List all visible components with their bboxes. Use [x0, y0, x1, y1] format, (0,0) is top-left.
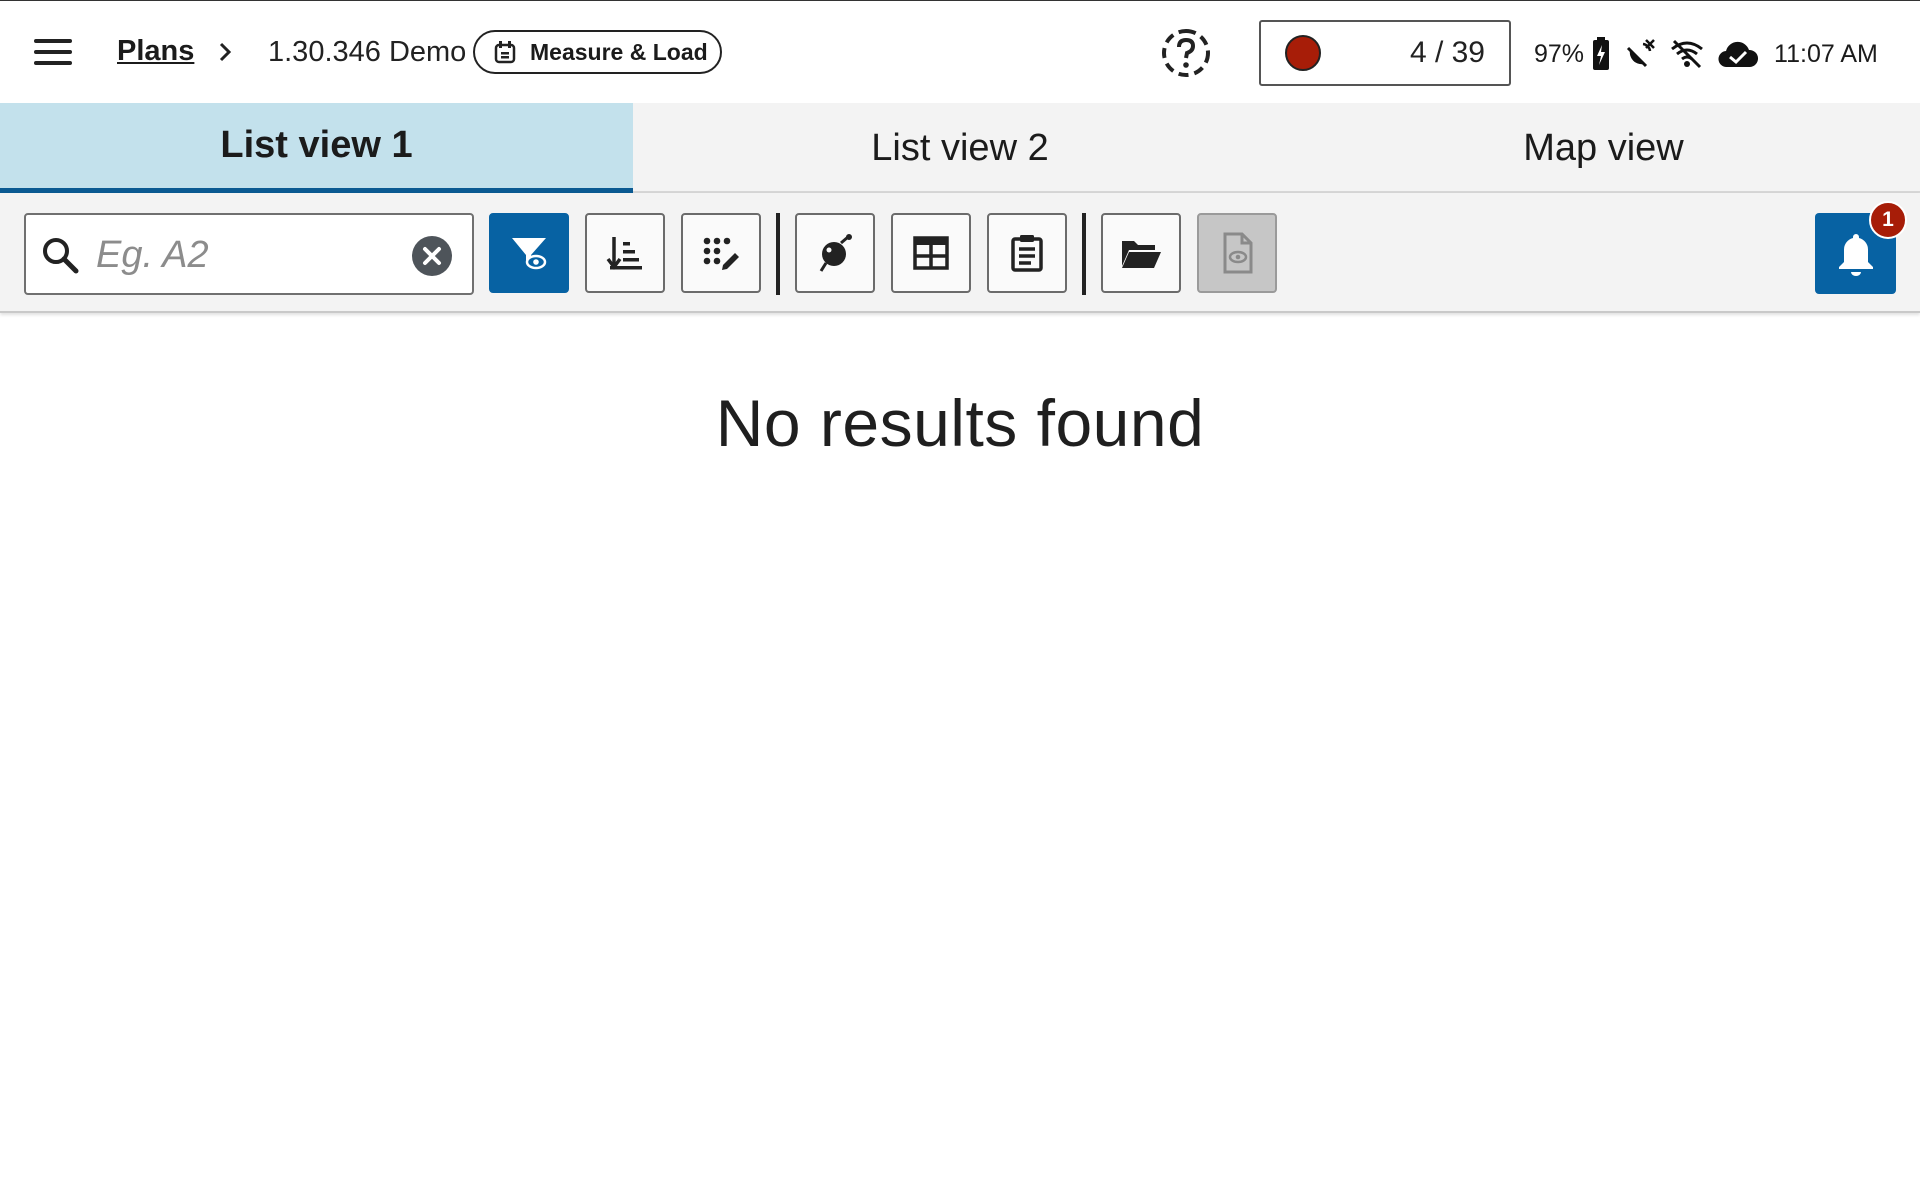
- battery-percent: 97%: [1534, 39, 1585, 68]
- satellite-off-icon: [1626, 39, 1655, 68]
- tab-list-view-1[interactable]: List view 1: [0, 103, 633, 193]
- open-folder-button[interactable]: [1101, 213, 1181, 293]
- chevron-right-icon: [219, 42, 232, 62]
- mode-chip-label: Measure & Load: [530, 38, 708, 65]
- breadcrumb-plans-link[interactable]: Plans: [117, 35, 194, 68]
- empty-state-message: No results found: [715, 386, 1205, 460]
- toolbar-divider: [1082, 213, 1086, 295]
- app-header: Plans 1.30.346 Demo Measure & Load 4 / 3…: [0, 1, 1920, 103]
- filter-view-icon: [512, 238, 547, 270]
- clear-search-icon[interactable]: [411, 235, 453, 277]
- view-tabs: List view 1 List view 2 Map view: [0, 103, 1920, 193]
- measure-load-chip[interactable]: Measure & Load: [473, 30, 722, 74]
- battery-charging-icon: [1593, 37, 1610, 70]
- clipboard-icon: [1011, 235, 1043, 272]
- measure-load-icon: [494, 41, 516, 64]
- notification-count-badge: 1: [1869, 201, 1907, 239]
- search-icon: [43, 238, 79, 274]
- cloud-done-icon: [1718, 41, 1759, 68]
- wifi-off-icon: [1671, 39, 1703, 69]
- record-count: 4 / 39: [1409, 36, 1485, 69]
- bell-icon: [1838, 233, 1873, 276]
- folder-open-icon: [1122, 241, 1161, 268]
- sort-icon: [606, 237, 642, 270]
- sort-button[interactable]: [585, 213, 665, 293]
- breadcrumb-plan-name: 1.30.346 Demo: [268, 36, 467, 68]
- tab-map-view[interactable]: Map view: [1287, 103, 1920, 193]
- document-preview-button[interactable]: [1197, 213, 1277, 293]
- record-status-dot: [1285, 35, 1321, 71]
- status-bar: 97% 11:07 AM: [1534, 34, 1878, 74]
- clock-time: 11:07 AM: [1774, 39, 1878, 68]
- document-preview-icon: [1223, 232, 1253, 274]
- search-input[interactable]: [94, 229, 418, 281]
- hamburger-menu-icon[interactable]: [26, 31, 80, 73]
- tab-list-view-2[interactable]: List view 2: [633, 103, 1287, 193]
- recorder-counter[interactable]: 4 / 39: [1259, 20, 1511, 86]
- tag-icon: [819, 234, 852, 272]
- grid-edit-button[interactable]: [681, 213, 761, 293]
- toolbar-divider: [776, 213, 780, 295]
- table-button[interactable]: [891, 213, 971, 293]
- help-question-icon[interactable]: [1160, 27, 1212, 79]
- clipboard-button[interactable]: [987, 213, 1067, 293]
- toolbar: 1: [0, 193, 1920, 313]
- table-icon: [913, 236, 949, 270]
- grid-edit-icon: [703, 237, 739, 270]
- filter-view-button[interactable]: [489, 213, 569, 293]
- search-box: [24, 213, 474, 295]
- tag-button[interactable]: [795, 213, 875, 293]
